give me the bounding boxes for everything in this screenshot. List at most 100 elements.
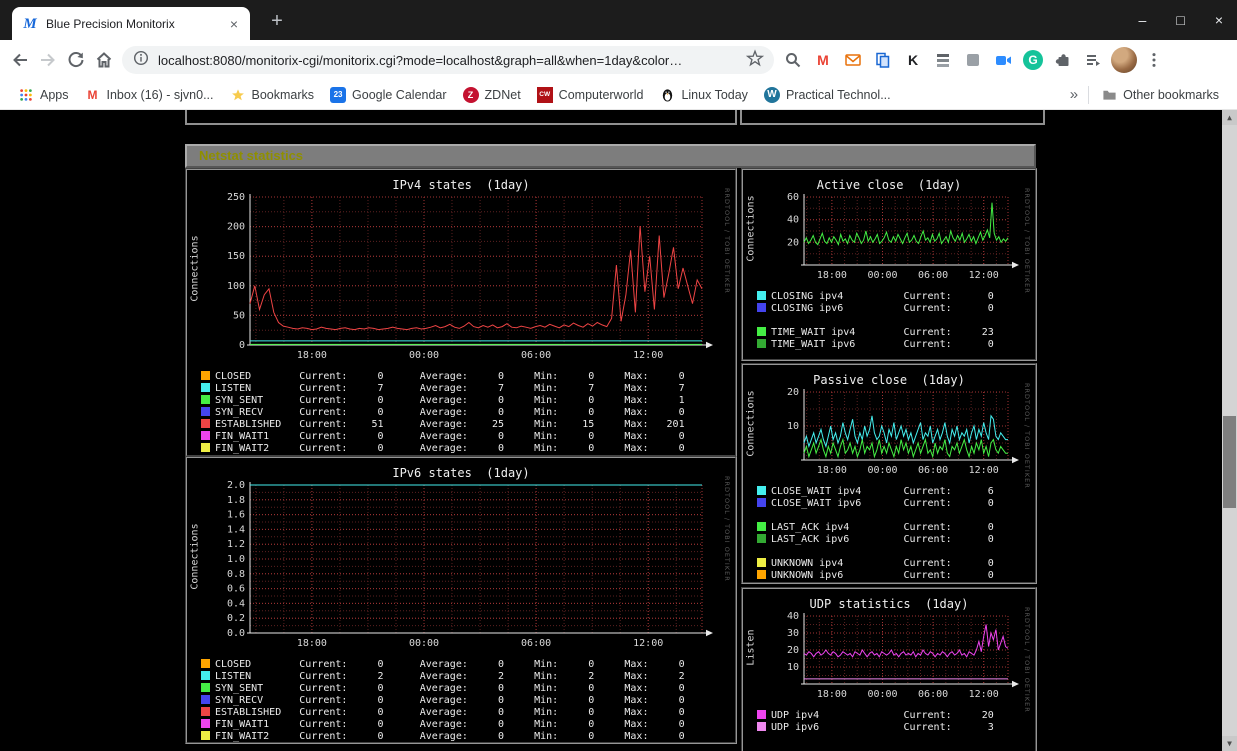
svg-text:30: 30 bbox=[787, 628, 799, 639]
tab-close-icon[interactable]: × bbox=[228, 16, 240, 32]
legend-row: FIN_WAIT2 Current: 0 Average: 0 Min: 0 M… bbox=[201, 731, 735, 743]
legend-row: LISTEN Current: 2 Average: 2 Min: 2 Max:… bbox=[201, 671, 735, 683]
apps-shortcut[interactable]: Apps bbox=[10, 83, 77, 107]
legend-text: UDP ipv4 Current: 20 bbox=[771, 710, 994, 721]
camera-extension-icon[interactable] bbox=[988, 46, 1018, 74]
scroll-down-arrow[interactable]: ▼ bbox=[1222, 736, 1237, 751]
legend-text: UDP ipv6 Current: 3 bbox=[771, 722, 994, 733]
svg-text:200: 200 bbox=[227, 222, 245, 233]
search-extension-icon[interactable] bbox=[778, 46, 808, 74]
legend-swatch bbox=[757, 291, 766, 300]
svg-text:1.2: 1.2 bbox=[227, 539, 245, 550]
svg-text:00:00: 00:00 bbox=[867, 689, 897, 700]
passive-close-ylabel: Connections bbox=[745, 390, 757, 457]
envelope-extension-icon[interactable] bbox=[838, 46, 868, 74]
scroll-up-arrow[interactable]: ▲ bbox=[1222, 110, 1237, 125]
bookmark-label: Linux Today bbox=[681, 87, 748, 102]
svg-text:1.0: 1.0 bbox=[227, 554, 245, 565]
profile-avatar[interactable] bbox=[1111, 47, 1137, 73]
box-extension-icon[interactable] bbox=[958, 46, 988, 74]
legend-text: LAST_ACK ipv4 Current: 0 bbox=[771, 522, 994, 533]
legend-swatch bbox=[757, 570, 766, 579]
svg-text:12:00: 12:00 bbox=[969, 465, 999, 476]
svg-text:00:00: 00:00 bbox=[867, 270, 897, 281]
bookmark-practical-technology[interactable]: W Practical Technol... bbox=[756, 83, 899, 107]
legend-row: ESTABLISHED Current: 51 Average: 25 Min:… bbox=[201, 419, 735, 431]
bookmark-computerworld[interactable]: CW Computerworld bbox=[529, 83, 652, 107]
legend-swatch bbox=[757, 303, 766, 312]
stack-extension-icon[interactable] bbox=[928, 46, 958, 74]
back-button[interactable] bbox=[6, 46, 34, 74]
svg-text:00:00: 00:00 bbox=[409, 638, 439, 649]
new-tab-button[interactable]: + bbox=[264, 9, 290, 35]
udp-statistics-legend: UDP ipv4 Current: 20 UDP ipv6 Current: 3 bbox=[757, 710, 1035, 734]
legend-text: SYN_SENT Current: 0 Average: 0 Min: 0 Ma… bbox=[215, 683, 685, 694]
bookmark-linux-today[interactable]: Linux Today bbox=[651, 83, 756, 107]
legend-text: TIME_WAIT ipv4 Current: 23 bbox=[771, 327, 994, 338]
legend-text: CLOSE_WAIT ipv6 Current: 0 bbox=[771, 498, 994, 509]
bookmark-star-icon[interactable] bbox=[745, 48, 765, 72]
passive-close-legend: CLOSE_WAIT ipv4 Current: 6 CLOSE_WAIT ipv… bbox=[757, 486, 1035, 582]
legend-text: CLOSED Current: 0 Average: 0 Min: 0 Max:… bbox=[215, 371, 685, 382]
forward-button[interactable] bbox=[34, 46, 62, 74]
site-info-icon[interactable] bbox=[132, 49, 150, 72]
bookmark-zdnet[interactable]: Z ZDNet bbox=[455, 83, 529, 107]
minimize-button[interactable]: – bbox=[1139, 12, 1147, 28]
forward-arrow-icon bbox=[41, 53, 55, 67]
legend-row: TIME_WAIT ipv4 Current: 23 bbox=[757, 327, 1035, 339]
playlist-extension-icon[interactable] bbox=[1078, 46, 1108, 74]
legend-text: UNKNOWN ipv6 Current: 0 bbox=[771, 570, 994, 581]
legend-text: TIME_WAIT ipv6 Current: 0 bbox=[771, 339, 994, 350]
bookmark-inbox[interactable]: M Inbox (16) - sjvn0... bbox=[77, 83, 222, 107]
legend-row: CLOSE_WAIT ipv6 Current: 0 bbox=[757, 498, 1035, 510]
legend-swatch bbox=[757, 534, 766, 543]
star-icon bbox=[230, 87, 246, 103]
legend-row: UDP ipv4 Current: 20 bbox=[757, 710, 1035, 722]
svg-text:100: 100 bbox=[227, 281, 245, 292]
svg-text:40: 40 bbox=[787, 612, 799, 622]
url-bar[interactable]: localhost:8080/monitorix-cgi/monitorix.c… bbox=[122, 46, 774, 74]
svg-text:250: 250 bbox=[227, 193, 245, 203]
url-text[interactable]: localhost:8080/monitorix-cgi/monitorix.c… bbox=[158, 53, 738, 68]
svg-text:06:00: 06:00 bbox=[521, 638, 551, 649]
legend-swatch bbox=[757, 710, 766, 719]
wordpress-icon: W bbox=[763, 86, 780, 103]
bookmark-bookmarks[interactable]: Bookmarks bbox=[222, 83, 323, 107]
section-title: Netstat statistics bbox=[199, 148, 304, 163]
legend-row: LAST_ACK ipv4 Current: 0 bbox=[757, 522, 1035, 534]
legend-text: ESTABLISHED Current: 51 Average: 25 Min:… bbox=[215, 419, 685, 430]
page-scrollbar[interactable]: ▲ ▼ bbox=[1222, 110, 1237, 751]
home-button[interactable] bbox=[90, 46, 118, 74]
grammarly-extension-icon[interactable]: G bbox=[1018, 46, 1048, 74]
ipv4-states-ylabel: Connections bbox=[189, 235, 201, 302]
maximize-button[interactable]: □ bbox=[1176, 12, 1184, 28]
svg-text:06:00: 06:00 bbox=[918, 270, 948, 281]
other-bookmarks[interactable]: Other bookmarks bbox=[1093, 83, 1227, 107]
apps-grid-icon bbox=[18, 87, 34, 103]
reload-icon bbox=[68, 52, 84, 68]
legend-row: SYN_RECV Current: 0 Average: 0 Min: 0 Ma… bbox=[201, 407, 735, 419]
rrdtool-watermark: RRDTOOL / TOBI OETIKER bbox=[1023, 188, 1031, 294]
browser-tab[interactable]: M Blue Precision Monitorix × bbox=[12, 7, 250, 40]
legend-row: FIN_WAIT1 Current: 0 Average: 0 Min: 0 M… bbox=[201, 431, 735, 443]
copy-pages-extension-icon[interactable] bbox=[868, 46, 898, 74]
scrollbar-thumb[interactable] bbox=[1223, 416, 1236, 508]
svg-text:0.6: 0.6 bbox=[227, 584, 245, 595]
legend-swatch bbox=[757, 339, 766, 348]
bookmark-google-calendar[interactable]: 23 Google Calendar bbox=[322, 83, 455, 107]
legend-text: FIN_WAIT1 Current: 0 Average: 0 Min: 0 M… bbox=[215, 719, 685, 730]
legend-row: CLOSE_WAIT ipv4 Current: 6 bbox=[757, 486, 1035, 498]
bookmarks-overflow-chevron[interactable]: » bbox=[1064, 86, 1084, 103]
gmail-extension-icon[interactable]: M bbox=[808, 46, 838, 74]
active-close-ylabel: Connections bbox=[745, 195, 757, 262]
ipv6-states-plot: 18:00 00:00 06:00 12:00 0.0 0.2 0.4 0.6 0.8 1.0 1.… bbox=[227, 481, 713, 649]
udp-statistics-ylabel: Listen bbox=[745, 629, 757, 666]
reload-button[interactable] bbox=[62, 46, 90, 74]
back-arrow-icon bbox=[13, 53, 27, 67]
rrdtool-watermark: RRDTOOL / TOBI OETIKER bbox=[723, 476, 731, 582]
close-window-button[interactable]: × bbox=[1215, 12, 1223, 28]
keep-extension-icon[interactable]: K bbox=[898, 46, 928, 74]
browser-menu-button[interactable] bbox=[1140, 46, 1168, 74]
svg-text:12:00: 12:00 bbox=[969, 270, 999, 281]
extensions-puzzle-icon[interactable] bbox=[1048, 46, 1078, 74]
